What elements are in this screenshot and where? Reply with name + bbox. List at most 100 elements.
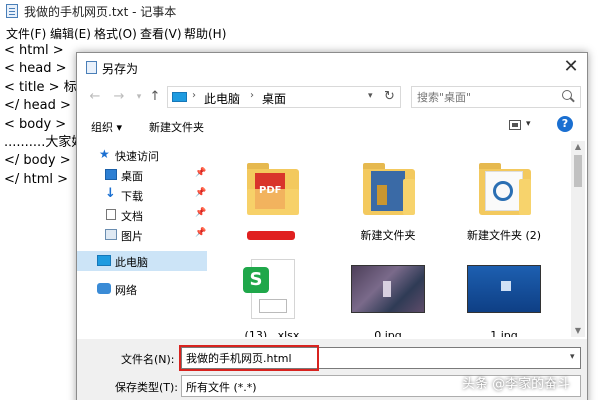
filetype-value: 所有文件 (*.*) [186, 381, 257, 394]
text-line: </ html > [4, 171, 69, 187]
pin-icon[interactable]: 📌 [195, 188, 206, 198]
file-name: 新建文件夹 [360, 229, 416, 242]
organize-button[interactable]: 组织 ▾ [91, 119, 122, 135]
nav-item-documents[interactable]: 文档 📌 [77, 205, 207, 225]
filename-label: 文件名(N): [121, 353, 175, 366]
text-line: < body > [4, 116, 67, 132]
address-row: ← → ▾ ↑ › 此电脑 › 桌面 ▾ ↻ [77, 83, 587, 113]
file-name: 0.jpg [374, 329, 402, 337]
scrollbar-thumb[interactable] [574, 155, 582, 187]
text-line: < html > [4, 43, 64, 58]
file-list: PDF 新建文件夹 新建文件夹 (2) S (13)...xlsx 0.jpg … [213, 141, 569, 337]
pdf-folder-icon: PDF [239, 153, 305, 225]
nav-label: 文档 [121, 210, 143, 223]
filename-highlight-box [179, 345, 319, 371]
file-item-folder-2[interactable]: 新建文件夹 (2) [449, 145, 559, 255]
close-icon[interactable]: ✕ [555, 53, 587, 83]
notepad-titlebar: 我做的手机网页.txt - 记事本 [0, 0, 600, 22]
text-line: < title > 标题 [4, 79, 90, 95]
recent-dropdown-icon[interactable]: ▾ [131, 89, 147, 105]
nav-item-this-pc[interactable]: 此电脑 [77, 251, 207, 271]
notepad-text-area[interactable]: < html > < head > < title > 标题 </ head >… [4, 42, 90, 189]
file-list-scrollbar[interactable]: ▲ ▼ [571, 141, 585, 337]
pin-icon[interactable]: 📌 [195, 208, 206, 218]
nav-item-downloads[interactable]: ↓ 下载 📌 [77, 185, 207, 205]
nav-item-network[interactable]: 网络 [77, 279, 207, 299]
dialog-toolbar: 组织 ▾ 新建文件夹 ▾ ? [77, 113, 587, 139]
text-line: </ body > [4, 153, 71, 169]
search-box[interactable] [411, 86, 581, 108]
image-thumbnail [467, 255, 541, 327]
watermark: 头条 @李家的奋斗 [462, 377, 571, 392]
refresh-icon[interactable]: ↻ [384, 89, 395, 104]
back-arrow-icon[interactable]: ← [87, 89, 103, 105]
file-item-pdf-folder[interactable]: PDF [217, 145, 327, 255]
menu-help[interactable]: 帮助(H) [184, 25, 226, 42]
text-line: </ head > [4, 98, 71, 114]
help-icon[interactable]: ? [557, 116, 573, 132]
breadcrumb-separator: › [192, 90, 196, 101]
dialog-title: 另存为 [102, 62, 139, 76]
nav-label: 图片 [121, 230, 143, 243]
download-icon: ↓ [105, 186, 116, 201]
menu-file[interactable]: 文件(F) [6, 25, 46, 42]
nav-item-quick-access[interactable]: ★ 快速访问 [77, 145, 207, 165]
spreadsheet-icon: S [239, 255, 305, 327]
text-line: < head > [4, 61, 67, 77]
save-as-dialog: 另存为 ✕ ← → ▾ ↑ › 此电脑 › 桌面 ▾ ↻ 组织 ▾ 新建文件夹 … [76, 52, 588, 400]
nav-label: 此电脑 [115, 256, 148, 269]
forward-arrow-icon[interactable]: → [111, 89, 127, 105]
file-name: (13)...xlsx [244, 329, 300, 337]
notepad-menubar: 文件(F) 编辑(E) 格式(O) 查看(V) 帮助(H) [0, 23, 600, 43]
pin-icon[interactable]: 📌 [195, 168, 206, 178]
nav-item-pictures[interactable]: 图片 📌 [77, 225, 207, 245]
star-icon: ★ [99, 147, 110, 161]
navigation-pane: ★ 快速访问 桌面 📌 ↓ 下载 📌 文档 📌 图片 📌 此电脑 网络 [77, 141, 209, 337]
chevron-down-icon[interactable]: ▾ [526, 119, 531, 129]
network-icon [97, 283, 111, 294]
notepad-app-icon [6, 4, 18, 18]
address-bar[interactable]: › 此电脑 › 桌面 ▾ ↻ [167, 86, 401, 108]
nav-item-desktop[interactable]: 桌面 📌 [77, 165, 207, 185]
breadcrumb-separator: › [250, 90, 254, 101]
redaction-mark [247, 231, 295, 240]
menu-view[interactable]: 查看(V) [140, 25, 182, 42]
menu-format[interactable]: 格式(O) [94, 25, 137, 42]
search-icon[interactable] [562, 90, 572, 100]
chevron-down-icon[interactable]: ▾ [570, 352, 575, 362]
computer-icon [97, 255, 111, 266]
picture-icon [105, 229, 117, 240]
dialog-app-icon [86, 61, 97, 74]
notepad-title: 我做的手机网页.txt - 记事本 [24, 5, 177, 19]
desktop-icon [105, 169, 117, 180]
breadcrumb-this-pc[interactable]: 此电脑 [204, 90, 240, 107]
new-folder-button[interactable]: 新建文件夹 [149, 119, 204, 135]
file-item-xlsx[interactable]: S (13)...xlsx [217, 247, 327, 337]
image-thumbnail [351, 255, 425, 327]
nav-label: 桌面 [121, 170, 143, 183]
scroll-down-icon[interactable]: ▼ [571, 325, 585, 337]
file-item-folder[interactable]: 新建文件夹 [333, 145, 443, 255]
nav-label: 下载 [121, 190, 143, 203]
file-name: 1.jpg [490, 329, 518, 337]
search-input[interactable] [412, 87, 560, 107]
view-options-icon[interactable] [509, 120, 521, 130]
computer-icon [172, 92, 187, 102]
pin-icon[interactable]: 📌 [195, 228, 206, 238]
file-name: 新建文件夹 (2) [466, 229, 542, 242]
dialog-titlebar: 另存为 ✕ [77, 53, 587, 83]
nav-label: 网络 [115, 284, 137, 297]
file-item-image-0[interactable]: 0.jpg [333, 247, 443, 337]
nav-label: 快速访问 [115, 150, 159, 163]
chevron-down-icon[interactable]: ▾ [368, 91, 373, 101]
folder-icon [355, 153, 421, 225]
filetype-label: 保存类型(T): [115, 381, 179, 394]
text-line: ..........大家好 [4, 134, 85, 150]
file-item-image-1[interactable]: 1.jpg [449, 247, 559, 337]
folder-icon [471, 153, 537, 225]
breadcrumb-desktop[interactable]: 桌面 [262, 90, 286, 107]
up-arrow-icon[interactable]: ↑ [147, 89, 163, 105]
document-icon [106, 209, 116, 220]
menu-edit[interactable]: 编辑(E) [50, 25, 91, 42]
scroll-up-icon[interactable]: ▲ [571, 141, 585, 153]
